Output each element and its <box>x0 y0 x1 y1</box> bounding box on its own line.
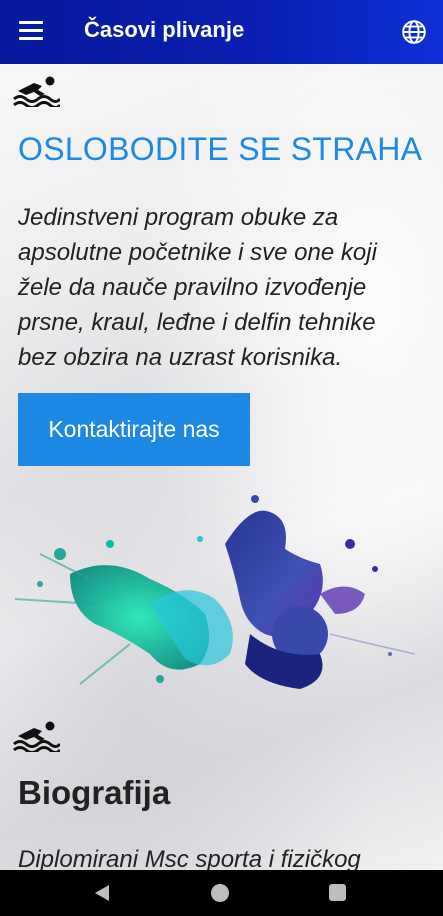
watercolor-swimmer-illustration <box>14 495 416 689</box>
swimmer-icon <box>13 721 60 752</box>
app-bar: Časovi plivanje <box>0 0 443 64</box>
main-content[interactable]: OSLOBODITE SE STRAHA Jedinstveni program… <box>0 64 443 870</box>
contact-button[interactable]: Kontaktirajte nas <box>18 393 250 466</box>
recent-apps-square-icon[interactable] <box>329 884 346 901</box>
back-triangle-icon[interactable] <box>93 883 111 903</box>
hamburger-menu-icon[interactable] <box>19 21 43 41</box>
biography-text: Diplomirani Msc sporta i fizičkog <box>18 846 361 870</box>
biography-title: Biografija <box>18 774 171 811</box>
app-title: Časovi plivanje <box>84 17 245 42</box>
swimmer-icon <box>13 76 60 107</box>
home-circle-icon[interactable] <box>211 884 229 902</box>
system-navigation-bar <box>0 870 443 916</box>
hero-description: Jedinstveni program obuke za apsolutne p… <box>18 204 377 371</box>
globe-icon[interactable] <box>401 19 427 45</box>
hero-title: OSLOBODITE SE STRAHA <box>18 131 423 167</box>
